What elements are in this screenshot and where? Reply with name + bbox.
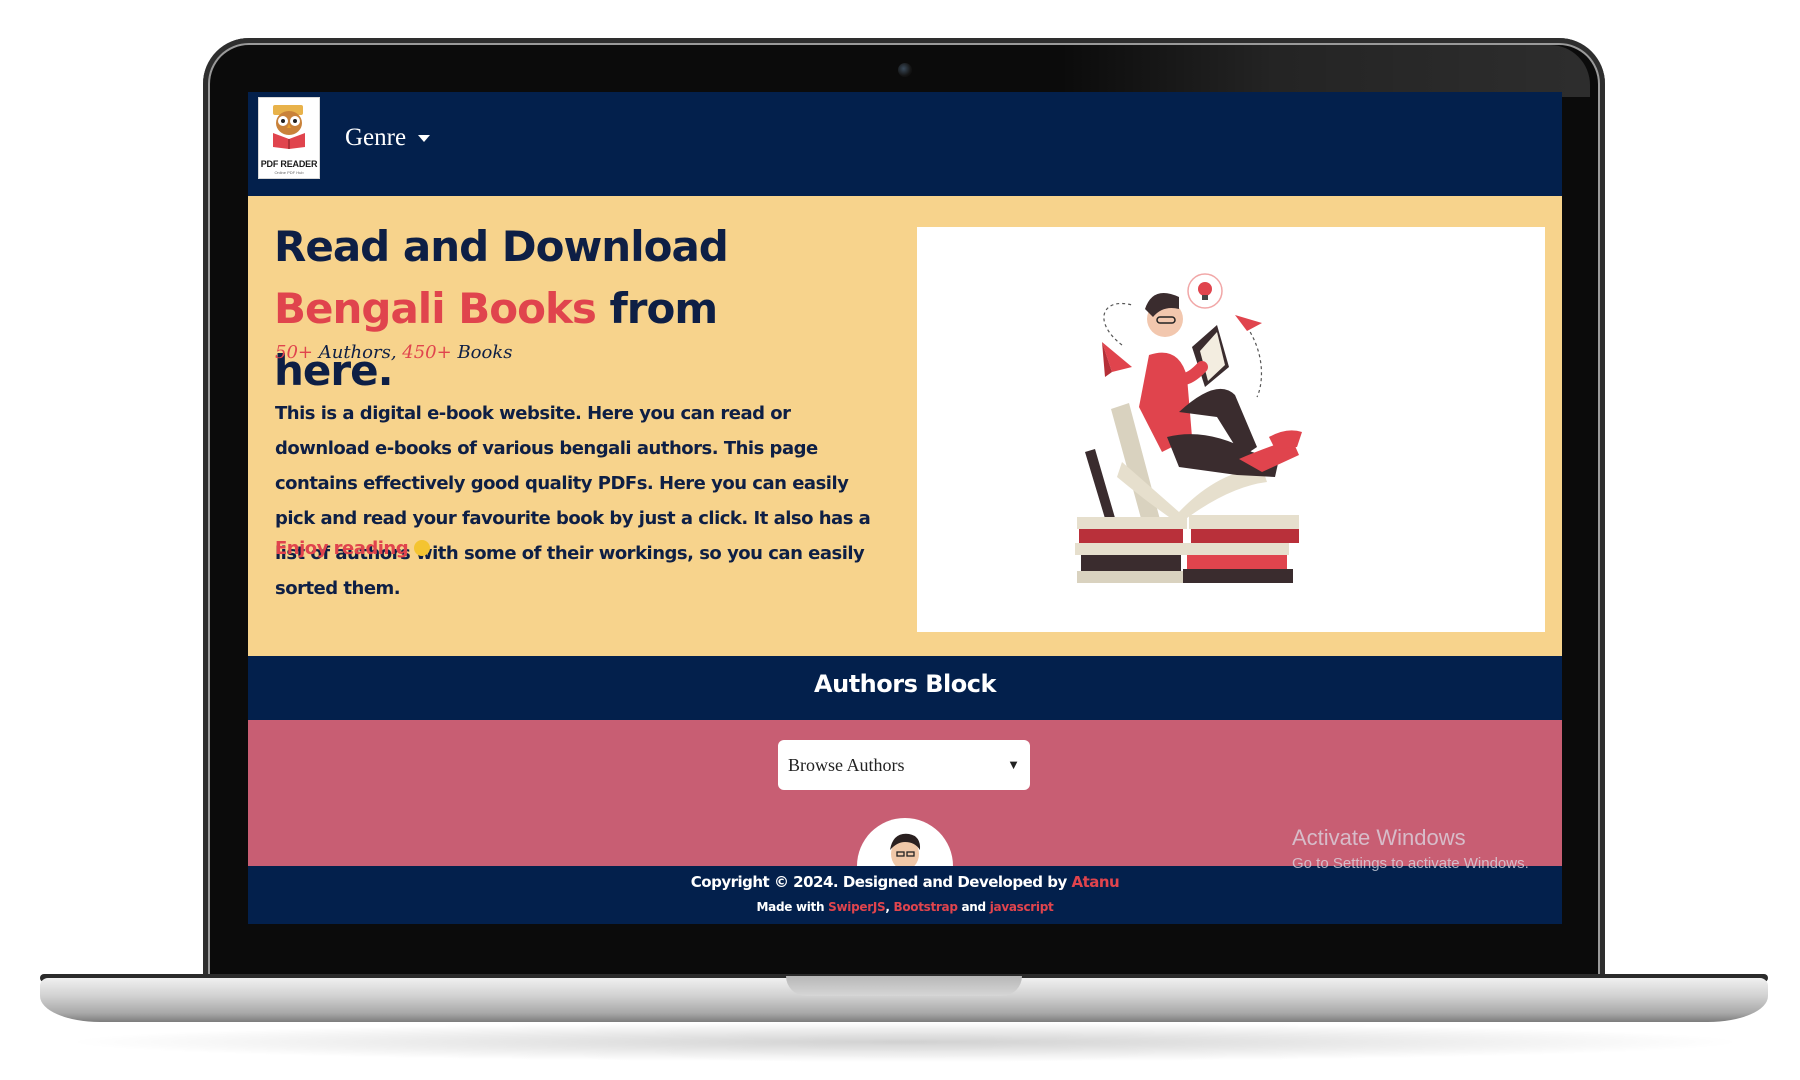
site-logo[interactable]: PDF READER Online PDF Hub [258, 97, 320, 179]
logo-text: PDF READER [260, 159, 318, 169]
browse-authors-select[interactable]: Browse Authors ▼ [778, 740, 1030, 790]
logo-subtext: Online PDF Hub [274, 170, 304, 175]
caret-down-icon [418, 134, 431, 142]
reading-man-illustration [1075, 273, 1302, 583]
authors-label: Authors, [313, 342, 403, 363]
hero-title-part1: Read and Download [274, 222, 729, 271]
genre-dropdown[interactable]: Genre [345, 118, 431, 158]
hero-stats: 50+ Authors, 450+ Books [275, 342, 513, 363]
authors-header: Authors Block [248, 656, 1562, 720]
laptop-notch [786, 976, 1022, 996]
hero-title: Read and Download Bengali Books from her… [274, 216, 834, 402]
browse-authors-value: Browse Authors [788, 754, 905, 775]
smiley-icon [414, 540, 431, 556]
swiperjs-link[interactable]: SwiperJS [828, 900, 886, 914]
genre-label: Genre [345, 124, 407, 151]
footer-copyright: Copyright © 2024. Designed and Developed… [248, 873, 1562, 891]
footer-made-with: Made with SwiperJS, Bootstrap and javasc… [248, 900, 1562, 914]
authors-count: 50+ [275, 342, 313, 363]
webcam-icon [898, 63, 912, 77]
activate-windows-watermark: Activate Windows Go to Settings to activ… [1292, 825, 1529, 872]
footer: Copyright © 2024. Designed and Developed… [248, 866, 1562, 924]
books-count: 450+ [402, 342, 452, 363]
lid-reflection [1060, 45, 1590, 97]
separator-and: and [957, 900, 990, 914]
hero-illustration [917, 227, 1545, 632]
authors-title: Authors Block [814, 670, 996, 698]
books-label: Books [451, 342, 513, 363]
hero-description: This is a digital e-book website. Here y… [275, 403, 871, 599]
owl-reading-icon [273, 105, 305, 149]
activate-windows-subtitle: Go to Settings to activate Windows. [1292, 855, 1529, 872]
hero-section: Read and Download Bengali Books from her… [248, 196, 1562, 656]
activate-windows-title: Activate Windows [1292, 825, 1466, 850]
laptop-shadow [60, 1022, 1750, 1062]
laptop-screen: PDF READER Online PDF Hub Genre Read and… [248, 92, 1562, 924]
chevron-down-icon: ▼ [1007, 757, 1020, 772]
enjoy-reading: Enjoy reading [275, 538, 431, 559]
bootstrap-link[interactable]: Bootstrap [893, 900, 957, 914]
navbar: PDF READER Online PDF Hub Genre [248, 92, 1562, 196]
javascript-link[interactable]: javascript [990, 900, 1054, 914]
copyright-text: Copyright © 2024. Designed and Developed… [690, 873, 1072, 891]
developer-link[interactable]: Atanu [1071, 873, 1119, 891]
hero-title-accent: Bengali Books [274, 284, 597, 333]
enjoy-text: Enjoy reading [275, 538, 409, 559]
made-with-text: Made with [756, 900, 829, 914]
